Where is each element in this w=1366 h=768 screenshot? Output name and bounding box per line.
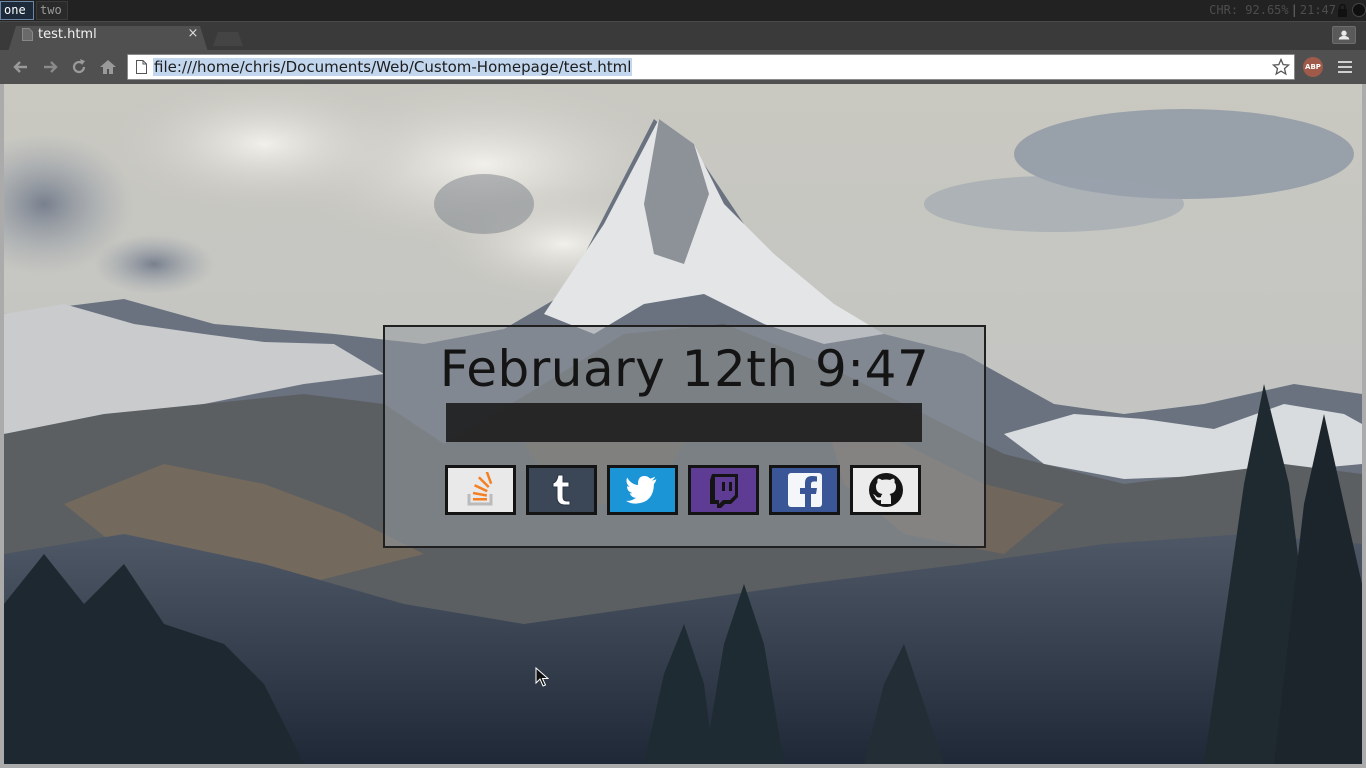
new-tab-button[interactable] — [213, 32, 243, 46]
facebook-link[interactable] — [769, 465, 840, 515]
address-bar[interactable]: file:///home/chris/Documents/Web/Custom-… — [127, 54, 1295, 80]
home-icon[interactable] — [98, 57, 118, 77]
bookmark-star-icon[interactable] — [1272, 58, 1290, 76]
lock-icon — [1338, 4, 1347, 17]
url-text[interactable]: file:///home/chris/Documents/Web/Custom-… — [153, 58, 633, 76]
twitch-link[interactable] — [688, 465, 759, 515]
clock-heading: February 12th 9:47 — [439, 340, 930, 398]
profile-icon[interactable] — [1332, 26, 1356, 44]
wm-status-bar: one two CHR: 92.65% | 21:47 — [0, 0, 1366, 21]
browser-toolbar: file:///home/chris/Documents/Web/Custom-… — [0, 50, 1366, 84]
page-viewport: February 12th 9:47 — [4, 84, 1362, 764]
forward-icon[interactable] — [40, 57, 60, 77]
stackoverflow-icon — [467, 472, 492, 506]
github-link[interactable] — [850, 465, 921, 515]
tumblr-icon — [552, 474, 570, 506]
workspace-one[interactable]: one — [0, 1, 34, 20]
power-icon[interactable] — [1352, 3, 1366, 17]
system-status: CHR: 92.65% | 21:47 — [1209, 0, 1336, 21]
adblock-plus-icon[interactable]: ABP — [1303, 57, 1323, 77]
homepage-widget: February 12th 9:47 — [383, 325, 986, 548]
reload-icon[interactable] — [69, 57, 89, 77]
stackoverflow-link[interactable] — [445, 465, 516, 515]
clock-status: 21:47 — [1299, 3, 1336, 17]
tab-title: test.html — [38, 27, 97, 42]
workspace-two[interactable]: two — [36, 1, 68, 20]
tab-close-icon[interactable]: × — [186, 26, 200, 42]
status-separator: | — [1290, 3, 1298, 17]
mouse-cursor-icon — [535, 667, 549, 687]
page-icon — [136, 60, 147, 74]
page-favicon-icon — [22, 28, 33, 41]
tumblr-link[interactable] — [526, 465, 597, 515]
menu-icon[interactable] — [1336, 58, 1354, 76]
twitter-link[interactable] — [607, 465, 678, 515]
window-frame-right — [1362, 84, 1366, 768]
facebook-icon — [787, 473, 822, 508]
tab-strip: test.html × — [0, 21, 1366, 52]
search-input[interactable] — [446, 403, 922, 442]
twitter-icon — [625, 476, 656, 504]
cpu-status: CHR: 92.65% — [1209, 3, 1289, 17]
github-icon — [868, 473, 903, 507]
back-icon[interactable] — [11, 57, 31, 77]
window-frame-bottom — [0, 764, 1366, 768]
twitch-icon — [709, 474, 738, 508]
